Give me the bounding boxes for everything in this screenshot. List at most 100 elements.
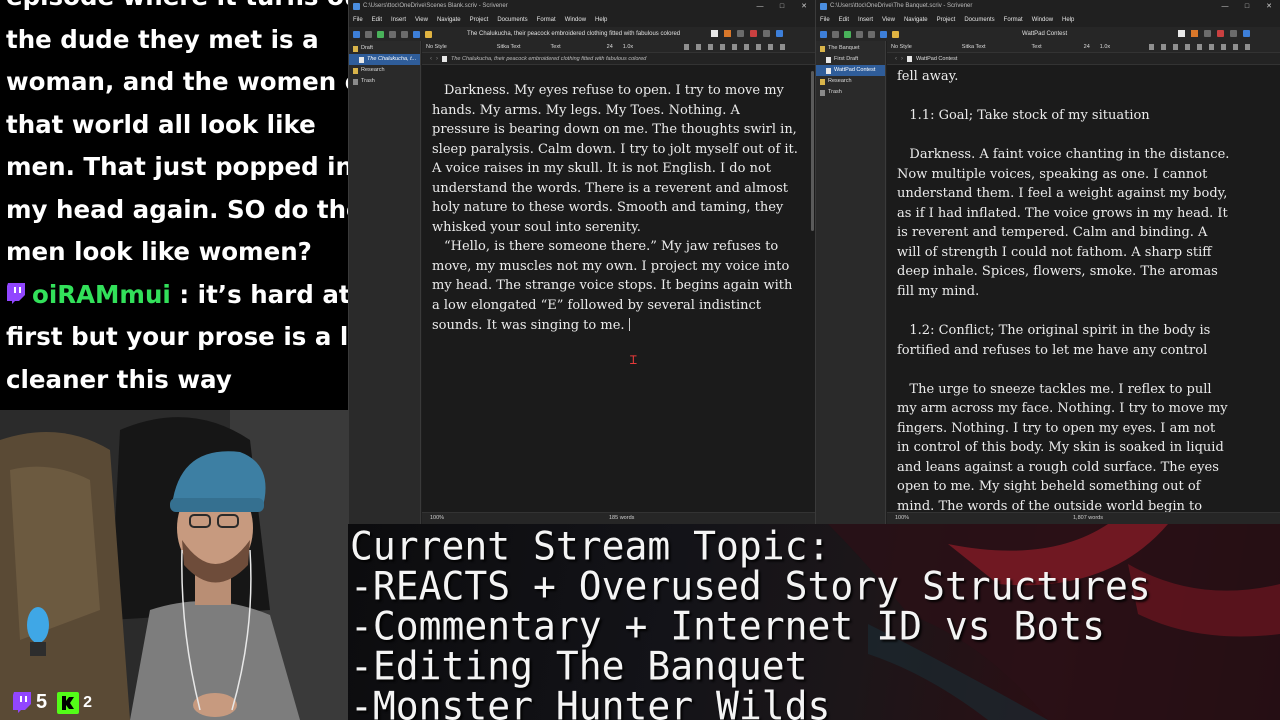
menu-view[interactable]: View	[882, 17, 895, 23]
zoom-level[interactable]: 100%	[895, 515, 909, 521]
align-left-icon[interactable]	[1185, 44, 1190, 50]
sync-icon[interactable]	[365, 30, 372, 38]
bold-icon[interactable]	[684, 44, 689, 50]
back-arrow-icon[interactable]: ‹	[430, 56, 432, 62]
italic-icon[interactable]	[696, 44, 701, 50]
style-select[interactable]: No Style	[426, 44, 447, 50]
font-select[interactable]: Sitka Text	[497, 44, 521, 50]
binder-item-first-draft[interactable]: First Draft	[816, 54, 885, 65]
quick-search-icon[interactable]	[880, 30, 887, 38]
minimize-button[interactable]: —	[749, 0, 771, 13]
add-icon[interactable]	[844, 30, 851, 38]
title-bar[interactable]: C:\Users\ttoc\OneDrive\The Banquet.scriv…	[816, 0, 1280, 13]
menu-edit[interactable]: Edit	[839, 17, 849, 23]
forward-arrow-icon[interactable]: ›	[436, 56, 438, 62]
menu-help[interactable]: Help	[1062, 17, 1074, 23]
menu-window[interactable]: Window	[565, 17, 586, 23]
typeface-select[interactable]: Text	[1032, 44, 1042, 50]
editor-text[interactable]: Darkness. My eyes refuse to open. I try …	[422, 67, 815, 512]
binder-item-draft[interactable]: Draft	[349, 43, 420, 54]
menu-insert[interactable]: Insert	[391, 17, 406, 23]
menu-navigate[interactable]: Navigate	[437, 17, 461, 23]
maximize-button[interactable]: □	[1236, 0, 1258, 13]
compile-icon[interactable]	[892, 30, 899, 38]
zoom-level[interactable]: 100%	[430, 515, 444, 521]
menu-project[interactable]: Project	[470, 17, 489, 23]
binder-item-trash[interactable]: Trash	[349, 76, 420, 87]
add-icon[interactable]	[377, 30, 384, 38]
snapshot-icon[interactable]	[1230, 30, 1237, 37]
title-bar[interactable]: C:\Users\ttoc\OneDrive\Scenes Blank.scri…	[349, 0, 815, 13]
minimize-button[interactable]: —	[1214, 0, 1236, 13]
binder-item-chalukucha[interactable]: The Chalukucha, t...	[349, 54, 420, 65]
style-select[interactable]: No Style	[891, 44, 912, 50]
italic-icon[interactable]	[1161, 44, 1166, 50]
composition-mode-icon[interactable]	[711, 30, 718, 37]
font-size-select[interactable]: 24	[607, 44, 613, 50]
scrivenings-icon[interactable]	[724, 30, 731, 37]
scrivenings-icon[interactable]	[1191, 30, 1198, 37]
typeface-select[interactable]: Text	[551, 44, 561, 50]
snapshot-icon[interactable]	[763, 30, 770, 37]
menu-help[interactable]: Help	[595, 17, 607, 23]
menu-navigate[interactable]: Navigate	[904, 17, 928, 23]
folder-icon[interactable]	[389, 30, 396, 38]
trash-icon[interactable]	[868, 30, 875, 38]
font-size-select[interactable]: 24	[1084, 44, 1090, 50]
binder-item-the-banquet[interactable]: The Banquet	[816, 43, 885, 54]
text-color-icon[interactable]	[756, 44, 761, 50]
underline-icon[interactable]	[1173, 44, 1178, 50]
binder-toggle-icon[interactable]	[353, 30, 360, 38]
list-icon[interactable]	[1245, 44, 1250, 50]
editor-text[interactable]: fell away. 1.1: Goal; Take stock of my s…	[887, 67, 1280, 512]
line-spacing-select[interactable]: 1.0x	[1100, 44, 1110, 50]
close-button[interactable]: ✕	[1258, 0, 1280, 13]
sync-icon[interactable]	[832, 30, 839, 38]
menu-file[interactable]: File	[353, 17, 363, 23]
bold-icon[interactable]	[1149, 44, 1154, 50]
close-button[interactable]: ✕	[793, 0, 815, 13]
outline-icon[interactable]	[737, 30, 744, 37]
outline-icon[interactable]	[1204, 30, 1211, 37]
maximize-button[interactable]: □	[771, 0, 793, 13]
inspector-icon[interactable]	[1243, 30, 1250, 37]
editor-scrollbar[interactable]	[811, 71, 814, 231]
menu-format[interactable]: Format	[537, 17, 556, 23]
line-spacing-select[interactable]: 1.0x	[623, 44, 633, 50]
menu-insert[interactable]: Insert	[858, 17, 873, 23]
folder-icon[interactable]	[856, 30, 863, 38]
trash-icon[interactable]	[401, 30, 408, 38]
menu-window[interactable]: Window	[1032, 17, 1053, 23]
binder-toggle-icon[interactable]	[820, 30, 827, 38]
align-right-icon[interactable]	[1209, 44, 1214, 50]
menu-format[interactable]: Format	[1004, 17, 1023, 23]
menu-file[interactable]: File	[820, 17, 830, 23]
list-icon[interactable]	[780, 44, 785, 50]
underline-icon[interactable]	[708, 44, 713, 50]
composition-mode-icon[interactable]	[1178, 30, 1185, 37]
menu-documents[interactable]: Documents	[497, 17, 527, 23]
bookmark-icon[interactable]	[750, 30, 757, 37]
menu-documents[interactable]: Documents	[964, 17, 994, 23]
forward-arrow-icon[interactable]: ›	[901, 56, 903, 62]
text-color-icon[interactable]	[1221, 44, 1226, 50]
binder-item-research[interactable]: Research	[816, 76, 885, 87]
binder-item-trash[interactable]: Trash	[816, 87, 885, 98]
align-center-icon[interactable]	[1197, 44, 1202, 50]
align-left-icon[interactable]	[720, 44, 725, 50]
highlight-icon[interactable]	[768, 44, 773, 50]
compile-icon[interactable]	[425, 30, 432, 38]
align-center-icon[interactable]	[732, 44, 737, 50]
menu-view[interactable]: View	[415, 17, 428, 23]
inspector-icon[interactable]	[776, 30, 783, 37]
menu-project[interactable]: Project	[937, 17, 956, 23]
bookmark-icon[interactable]	[1217, 30, 1224, 37]
binder-item-research[interactable]: Research	[349, 65, 420, 76]
menu-edit[interactable]: Edit	[372, 17, 382, 23]
back-arrow-icon[interactable]: ‹	[895, 56, 897, 62]
highlight-icon[interactable]	[1233, 44, 1238, 50]
quick-search-icon[interactable]	[413, 30, 420, 38]
binder-item-wattpad-contest[interactable]: WattPad Contest	[816, 65, 885, 76]
font-select[interactable]: Sitka Text	[962, 44, 986, 50]
align-right-icon[interactable]	[744, 44, 749, 50]
